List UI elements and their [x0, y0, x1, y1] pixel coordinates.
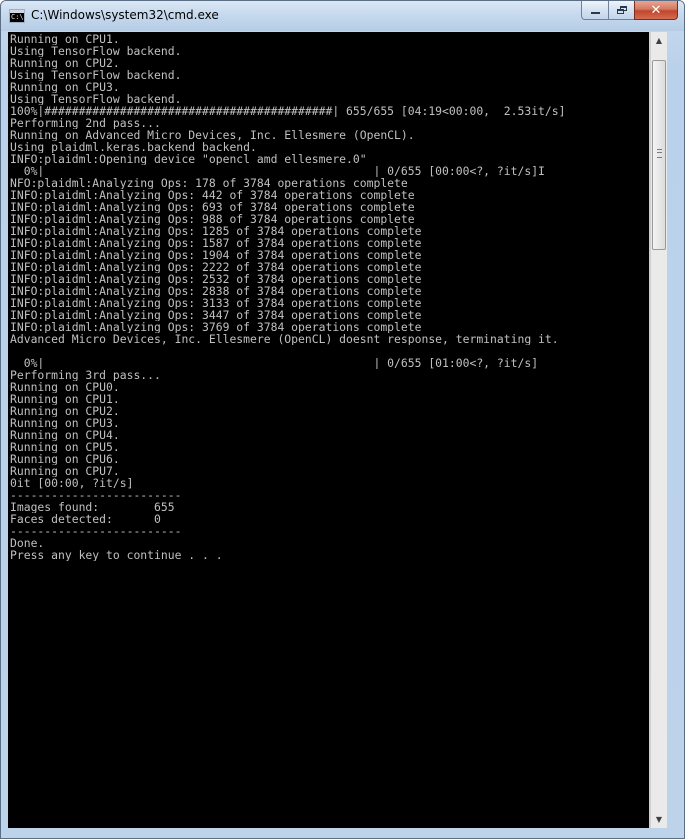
- caption-buttons: ✕: [581, 1, 678, 21]
- console-output[interactable]: Running on CPU1. Using TensorFlow backend…: [8, 32, 649, 828]
- console-line: Press any key to continue . . .: [10, 549, 223, 561]
- console-line: 100%|###################################…: [10, 105, 566, 117]
- console-line: INFO:plaidml:Analyzing Ops: 1904 of 3784…: [10, 249, 422, 261]
- console-line: Running on CPU5.: [10, 441, 120, 453]
- console-line: INFO:plaidml:Analyzing Ops: 2532 of 3784…: [10, 273, 422, 285]
- minimize-button[interactable]: [581, 1, 608, 20]
- console-line: Running on CPU2.: [10, 57, 120, 69]
- console-line: INFO:plaidml:Analyzing Ops: 442 of 3784 …: [10, 189, 415, 201]
- console-line: INFO:plaidml:Analyzing Ops: 3769 of 3784…: [10, 321, 422, 333]
- console-line: INFO:plaidml:Analyzing Ops: 988 of 3784 …: [10, 213, 415, 225]
- minimize-icon: [590, 12, 600, 14]
- console-line: INFO:plaidml:Analyzing Ops: 2838 of 3784…: [10, 285, 422, 297]
- console-line: Faces detected: 0: [10, 513, 161, 525]
- console-line: Using plaidml.keras.backend backend.: [10, 141, 257, 153]
- console-line: Running on CPU1.: [10, 33, 120, 45]
- console-line: Running on CPU3.: [10, 81, 120, 93]
- console-line: 0it [00:00, ?it/s]: [10, 477, 134, 489]
- console-line: Running on CPU0.: [10, 381, 120, 393]
- console-line: Using TensorFlow backend.: [10, 93, 182, 105]
- console-line: Using TensorFlow backend.: [10, 69, 182, 81]
- console-line: INFO:plaidml:Opening device "opencl_amd_…: [10, 153, 367, 165]
- console-line: Running on CPU4.: [10, 429, 120, 441]
- console-line: Images found: 655: [10, 501, 175, 513]
- title-bar[interactable]: C:\ C:\Windows\system32\cmd.exe ✕: [1, 1, 684, 31]
- console-line: Using TensorFlow backend.: [10, 45, 182, 57]
- console-line: NFO:plaidml:Analyzing Ops: 178 of 3784 o…: [10, 177, 408, 189]
- console-line: Performing 2nd pass...: [10, 117, 161, 129]
- restore-button[interactable]: [608, 1, 634, 20]
- console-line: INFO:plaidml:Analyzing Ops: 1587 of 3784…: [10, 237, 422, 249]
- scroll-up-arrow-icon[interactable]: ▲: [651, 32, 667, 49]
- console-line: INFO:plaidml:Analyzing Ops: 2222 of 3784…: [10, 261, 422, 273]
- console-line: Done.: [10, 537, 45, 549]
- console-line: INFO:plaidml:Analyzing Ops: 3133 of 3784…: [10, 297, 422, 309]
- vertical-scrollbar[interactable]: ▲ ▼: [650, 32, 667, 828]
- console-line: INFO:plaidml:Analyzing Ops: 3447 of 3784…: [10, 309, 422, 321]
- close-icon: ✕: [650, 2, 662, 18]
- console-line: Running on CPU6.: [10, 453, 120, 465]
- scroll-down-arrow-icon[interactable]: ▼: [651, 811, 667, 828]
- scroll-grip-icon: [657, 149, 662, 158]
- close-button[interactable]: ✕: [634, 1, 678, 20]
- console-line: Running on CPU2.: [10, 405, 120, 417]
- console-line: Advanced Micro Devices, Inc. Ellesmere (…: [10, 333, 559, 345]
- console-line: -------------------------: [10, 525, 182, 537]
- window-title: C:\Windows\system32\cmd.exe: [31, 8, 219, 22]
- console-text: Running on CPU1. Using TensorFlow backend…: [8, 32, 649, 561]
- icon-prompt-text: C:\: [11, 13, 24, 21]
- console-line: -------------------------: [10, 489, 182, 501]
- console-line: INFO:plaidml:Analyzing Ops: 1285 of 3784…: [10, 225, 422, 237]
- console-line: 0%| | 0/655 [00:00<?, ?it/s]I: [10, 165, 545, 177]
- restore-icon: [616, 6, 627, 14]
- cmd-icon[interactable]: C:\: [9, 9, 25, 23]
- cmd-window: C:\ C:\Windows\system32\cmd.exe ✕ Runnin…: [0, 0, 685, 839]
- console-line: Running on CPU3.: [10, 417, 120, 429]
- console-line: 0%| | 0/655 [01:00<?, ?it/s]: [10, 357, 539, 369]
- scroll-thumb[interactable]: [652, 60, 666, 250]
- console-line: Performing 3rd pass...: [10, 369, 161, 381]
- console-line: Running on Advanced Micro Devices, Inc. …: [10, 129, 415, 141]
- console-line: Running on CPU1.: [10, 393, 120, 405]
- console-line: INFO:plaidml:Analyzing Ops: 693 of 3784 …: [10, 201, 415, 213]
- console-line: Running on CPU7.: [10, 465, 120, 477]
